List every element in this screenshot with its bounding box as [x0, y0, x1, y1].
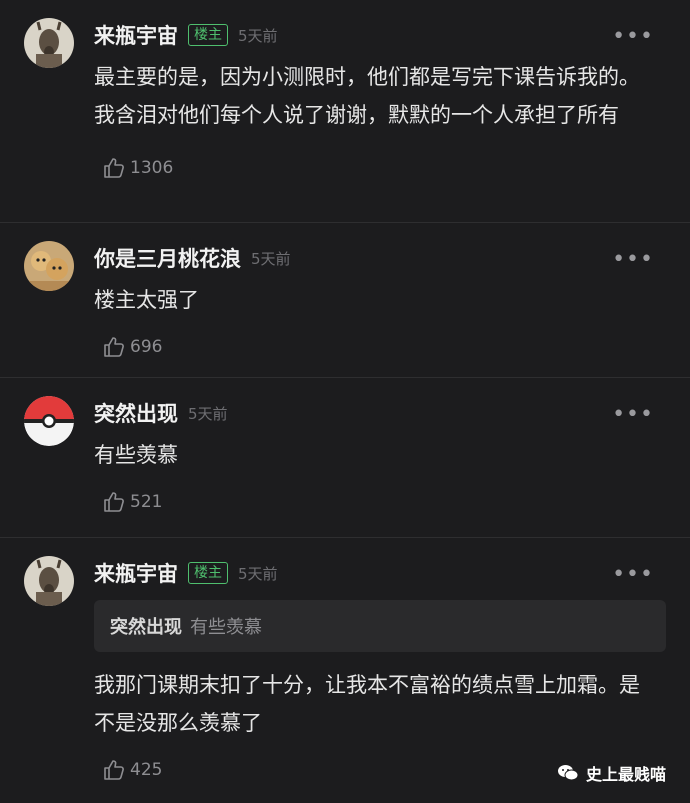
timestamp: 5天前 [251, 249, 291, 268]
like-button[interactable]: 696 [102, 327, 666, 367]
thumbs-up-icon [104, 492, 124, 512]
more-options-icon[interactable]: ••• [612, 247, 654, 272]
like-button[interactable]: 521 [102, 482, 666, 522]
comment-item: 来瓶宇宙 楼主 5天前 ••• 最主要的是，因为小测限时，他们都是写完下课告诉我… [0, 0, 690, 222]
username[interactable]: 来瓶宇宙 [94, 20, 178, 50]
quoted-text: 有些羡慕 [190, 617, 262, 638]
goat-avatar[interactable] [24, 18, 74, 68]
thumbs-up-icon [104, 337, 124, 357]
like-count: 696 [130, 337, 163, 357]
more-options-icon[interactable]: ••• [612, 24, 654, 49]
comment-header: 来瓶宇宙 楼主 5天前 [94, 556, 666, 590]
like-count: 1306 [130, 158, 174, 178]
thumbs-up-icon [104, 760, 124, 780]
cats-avatar[interactable] [24, 241, 74, 291]
more-options-icon[interactable]: ••• [612, 562, 654, 587]
comment-text: 楼主太强了 [94, 288, 199, 312]
wechat-icon [557, 765, 579, 781]
comment-header: 突然出现 5天前 [94, 396, 666, 430]
comment-header: 你是三月桃花浪 5天前 [94, 241, 666, 275]
like-count: 425 [130, 760, 163, 780]
comment-text: 有些羡慕 [94, 443, 178, 467]
watermark-label: 史上最贱喵 [585, 765, 666, 784]
more-options-icon[interactable]: ••• [612, 402, 654, 427]
op-badge: 楼主 [188, 24, 228, 46]
like-count: 521 [130, 492, 163, 512]
timestamp: 5天前 [238, 564, 278, 583]
username[interactable]: 来瓶宇宙 [94, 558, 178, 588]
username[interactable]: 突然出现 [94, 398, 178, 428]
comment-header: 来瓶宇宙 楼主 5天前 [94, 18, 666, 52]
comment-text: 我那门课期末扣了十分，让我本不富裕的绩点雪上加霜。是不是没那么羡慕了 [94, 673, 640, 735]
username[interactable]: 你是三月桃花浪 [94, 243, 241, 273]
like-button[interactable]: 1306 [102, 148, 666, 188]
comment-item: 你是三月桃花浪 5天前 ••• 楼主太强了 696 [0, 222, 690, 377]
op-badge: 楼主 [188, 562, 228, 584]
quoted-comment[interactable]: 突然出现 有些羡慕 [94, 600, 666, 652]
pokeball-avatar[interactable] [24, 396, 74, 446]
comment-item: 突然出现 5天前 ••• 有些羡慕 521 [0, 377, 690, 537]
thumbs-up-icon [104, 158, 124, 178]
timestamp: 5天前 [238, 26, 278, 45]
timestamp: 5天前 [188, 404, 228, 423]
comment-text: 最主要的是，因为小测限时，他们都是写完下课告诉我的。我含泪对他们每个人说了谢谢，… [94, 65, 640, 127]
quoted-username: 突然出现 [110, 617, 182, 638]
goat-avatar[interactable] [24, 556, 74, 606]
watermark: 史上最贱喵 [556, 761, 666, 785]
